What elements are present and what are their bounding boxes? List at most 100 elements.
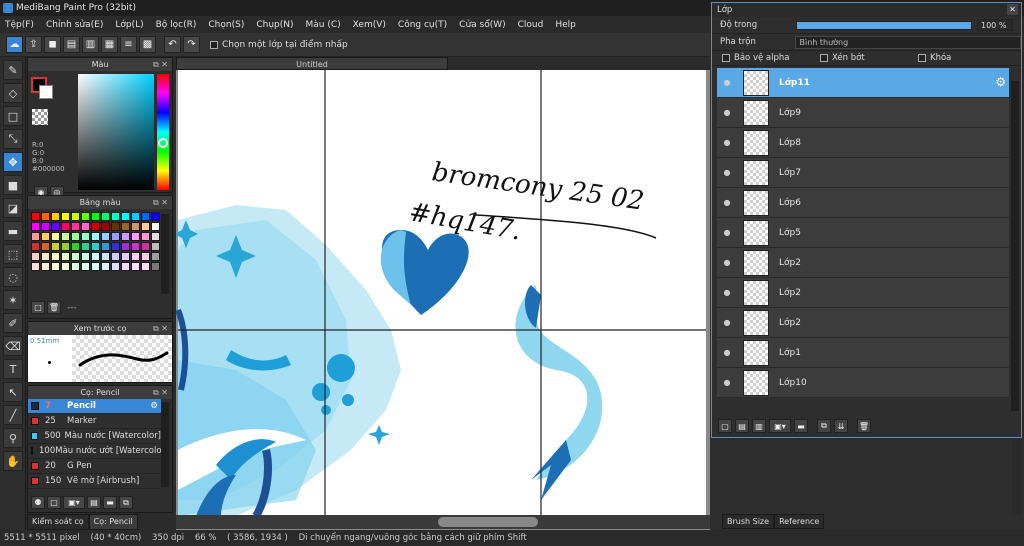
palette-swatch[interactable]: [141, 242, 150, 251]
palette-swatch[interactable]: [41, 262, 50, 271]
palette-swatch[interactable]: [111, 212, 120, 221]
layer-list-scrollbar[interactable]: [1011, 81, 1019, 411]
trash-icon[interactable]: 🗑: [47, 301, 61, 314]
palette-swatch[interactable]: [121, 212, 130, 221]
visibility-icon[interactable]: ●: [717, 378, 737, 387]
menu-edit[interactable]: Chỉnh sửa(E): [46, 20, 103, 30]
palette-swatch[interactable]: [111, 242, 120, 251]
palette-swatch[interactable]: [151, 232, 160, 241]
palette-swatch[interactable]: [131, 242, 140, 251]
palette-swatch[interactable]: [111, 232, 120, 241]
brush-list-scrollbar[interactable]: [161, 402, 169, 487]
palette-swatch[interactable]: [81, 242, 90, 251]
gradient-tool-icon[interactable]: ▬: [3, 221, 23, 241]
palette-swatch[interactable]: [71, 262, 80, 271]
new-palette-icon[interactable]: ▢: [31, 301, 45, 314]
layer-item[interactable]: ● Lớp7: [717, 158, 1009, 188]
layer-item[interactable]: ● Lớp6: [717, 188, 1009, 218]
rect-tool-icon[interactable]: □: [3, 106, 23, 126]
brush-doc-icon[interactable]: ▤: [87, 496, 101, 509]
palette-swatch[interactable]: [31, 222, 40, 231]
document-tab[interactable]: Untitled: [176, 57, 448, 70]
page-icon[interactable]: ▥: [82, 36, 99, 53]
palette-swatch[interactable]: [131, 212, 140, 221]
palette-swatch[interactable]: [61, 212, 70, 221]
lock-toggle[interactable]: Khóa: [918, 53, 1016, 63]
document-icon[interactable]: ▤: [63, 36, 80, 53]
palette-swatch[interactable]: [61, 232, 70, 241]
palette-swatch[interactable]: [151, 242, 160, 251]
palette-swatch[interactable]: [91, 242, 100, 251]
palette-swatch[interactable]: [31, 212, 40, 221]
brush-item-g-pen[interactable]: 20 G Pen: [28, 459, 161, 474]
select-eraser-icon[interactable]: ⌫: [3, 336, 23, 356]
palette-swatch[interactable]: [111, 252, 120, 261]
select-layer-at-point-toggle[interactable]: Chọn một lớp tại điểm nhấp: [210, 40, 348, 50]
layer-item[interactable]: ● Lớp1: [717, 338, 1009, 368]
brush-settings-icon[interactable]: ⚉: [31, 496, 45, 509]
panel-controls-icon[interactable]: ⧉ ✕: [153, 322, 168, 335]
palette-swatch[interactable]: [101, 262, 110, 271]
palette-swatch[interactable]: [91, 212, 100, 221]
brush-tool-icon[interactable]: ✎: [3, 60, 23, 80]
fill-rect-tool-icon[interactable]: ■: [3, 175, 23, 195]
blend-mode-select[interactable]: Bình thường: [795, 35, 1021, 49]
eraser-tool-icon[interactable]: ◇: [3, 83, 23, 103]
folder-icon[interactable]: ▬: [794, 419, 808, 433]
list-icon[interactable]: ≡: [120, 36, 137, 53]
palette-swatch[interactable]: [131, 252, 140, 261]
palette-swatch[interactable]: [51, 262, 60, 271]
palette-swatch[interactable]: [51, 252, 60, 261]
hue-slider[interactable]: [157, 74, 169, 190]
palette-swatch[interactable]: [121, 222, 130, 231]
palette-swatch[interactable]: [51, 242, 60, 251]
palette-swatch[interactable]: [61, 242, 70, 251]
new-layer-icon[interactable]: ▢: [718, 419, 732, 433]
layer-item[interactable]: ● Lớp2: [717, 308, 1009, 338]
palette-swatch[interactable]: [141, 252, 150, 261]
palette-swatch[interactable]: [151, 252, 160, 261]
lasso-tool-icon[interactable]: ◌: [3, 267, 23, 287]
chat-icon[interactable]: ◼: [44, 36, 61, 53]
grid-page-icon[interactable]: ▦: [101, 36, 118, 53]
layer-item[interactable]: ● Lớp2: [717, 278, 1009, 308]
clipping-toggle[interactable]: Xén bớt: [820, 53, 918, 63]
palette-swatch[interactable]: [101, 242, 110, 251]
palette-swatch[interactable]: [51, 232, 60, 241]
menu-color[interactable]: Màu (C): [306, 20, 341, 30]
menu-snap[interactable]: Chụp(N): [256, 20, 293, 30]
visibility-icon[interactable]: ●: [717, 108, 737, 117]
palette-swatch[interactable]: [141, 222, 150, 231]
pen-tool-icon[interactable]: ⤡: [3, 129, 23, 149]
undo-icon[interactable]: ↶: [164, 36, 181, 53]
eyedropper-icon[interactable]: ⚲: [3, 428, 23, 448]
palette-swatch[interactable]: [141, 212, 150, 221]
palette-swatch[interactable]: [71, 222, 80, 231]
trash-icon[interactable]: 🗑: [857, 419, 871, 433]
menu-select[interactable]: Chọn(S): [208, 20, 244, 30]
checkbox-icon[interactable]: [210, 40, 218, 49]
brush-item-marker[interactable]: 25 Marker: [28, 414, 161, 429]
palette-swatch[interactable]: [131, 222, 140, 231]
brush-item-watercolor-wet[interactable]: 100 Màu nước ướt [Watercolor Wet]: [28, 444, 161, 459]
palette-swatch[interactable]: [31, 242, 40, 251]
palette-swatch[interactable]: [71, 242, 80, 251]
canvas-artwork[interactable]: bromcony 25 02 #hq147.: [176, 70, 710, 530]
palette-swatch[interactable]: [91, 252, 100, 261]
transparent-color-swatch[interactable]: [32, 109, 48, 125]
redo-icon[interactable]: ↷: [183, 36, 200, 53]
palette-swatch[interactable]: [81, 212, 90, 221]
hue-slider-handle[interactable]: [158, 138, 168, 148]
export-icon[interactable]: ⇪: [25, 36, 42, 53]
operation-tool-icon[interactable]: ↖: [3, 382, 23, 402]
canvas-horizontal-scrollbar[interactable]: [176, 515, 710, 529]
palette-swatch[interactable]: [131, 232, 140, 241]
new-brush-icon[interactable]: ▢: [47, 496, 61, 509]
palette-swatch[interactable]: [31, 232, 40, 241]
palette-swatch[interactable]: [81, 232, 90, 241]
new-color-layer-icon[interactable]: ▤: [735, 419, 749, 433]
palette-swatch[interactable]: [71, 252, 80, 261]
palette-swatch[interactable]: [41, 222, 50, 231]
layer-item[interactable]: ● Lớp9: [717, 98, 1009, 128]
menu-help[interactable]: Help: [555, 20, 576, 30]
